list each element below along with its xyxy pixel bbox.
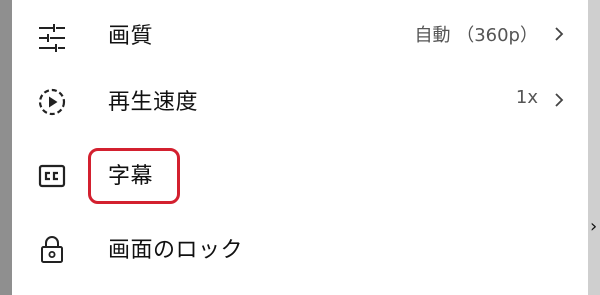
lock-icon (41, 236, 63, 263)
right-backdrop (588, 0, 600, 295)
playback-speed-icon (38, 88, 66, 116)
chevron-right-icon (555, 27, 564, 41)
menu-item-screen-lock[interactable]: 画面のロック (12, 214, 588, 288)
menu-item-quality[interactable]: 画質 自動 （360p） (12, 0, 588, 74)
menu-item-value: 自動 （360p） (414, 25, 538, 46)
menu-item-label: 画面のロック (108, 238, 244, 263)
chevron-right-icon (555, 93, 564, 107)
closed-captions-icon (38, 164, 66, 188)
background-chevron-icon: › (590, 216, 598, 237)
menu-item-label: 画質 (108, 24, 154, 49)
menu-item-playback-speed[interactable]: 再生速度 1x (12, 66, 588, 140)
settings-sheet: 画質 自動 （360p） 再生速度 1x 字幕 画面のロック (12, 0, 588, 295)
menu-item-label: 再生速度 (108, 90, 199, 115)
tune-icon (39, 24, 65, 52)
left-backdrop (0, 0, 12, 295)
highlight-annotation (88, 148, 180, 204)
menu-item-value: 1x (515, 87, 538, 108)
